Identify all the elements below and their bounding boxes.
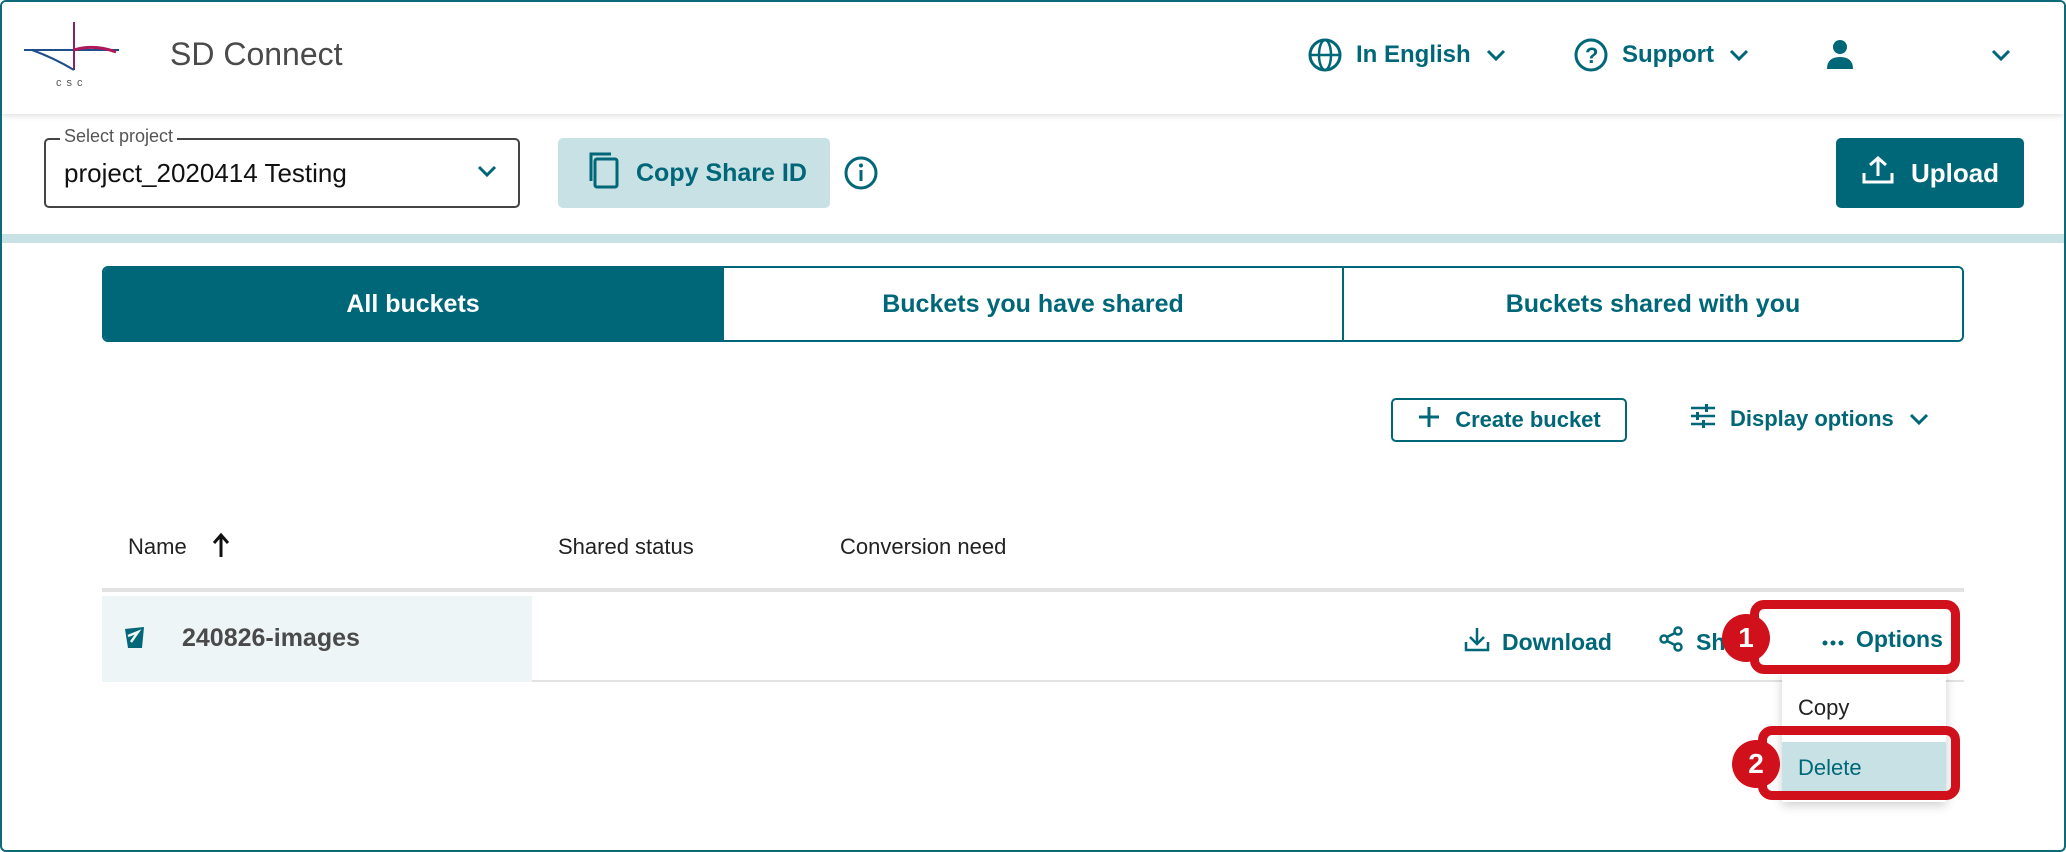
share-button[interactable]: Sh [1658, 626, 1725, 658]
upload-icon [1861, 155, 1895, 192]
csc-logo[interactable]: csc [24, 22, 124, 92]
support-menu[interactable]: ? Support [1574, 38, 1750, 72]
help-circle-icon: ? [1574, 38, 1608, 72]
app-frame: csc SD Connect In English ? Support Sele… [0, 0, 2066, 852]
column-header-conversion-need: Conversion need [840, 534, 1007, 559]
copy-share-id-label: Copy Share ID [636, 158, 807, 187]
project-select-legend: Select project [60, 126, 178, 147]
upload-label: Upload [1910, 157, 2000, 188]
logo-text: csc [56, 77, 88, 89]
table-row: 240826-images Download Sh Options [102, 596, 2056, 682]
callout-highlight-delete [1758, 726, 1960, 800]
chevron-down-icon [1990, 48, 2012, 62]
user-menu[interactable] [1824, 38, 1856, 70]
share-label: Sh [1696, 628, 1726, 655]
create-bucket-label: Create bucket [1455, 407, 1601, 432]
copy-share-id-button[interactable]: Copy Share ID [558, 138, 830, 208]
bucket-name[interactable]: 240826-images [182, 624, 360, 653]
chevron-down-icon [1728, 48, 1750, 62]
display-options-button[interactable]: Display options [1690, 404, 1930, 434]
user-menu-chevron[interactable] [1990, 48, 2012, 62]
download-button[interactable]: Download [1464, 626, 1612, 658]
callout-highlight-options [1750, 600, 1960, 674]
svg-text:?: ? [1585, 43, 1598, 68]
download-label: Download [1502, 628, 1612, 655]
tab-all-buckets[interactable]: All buckets [104, 268, 724, 340]
bucket-name-cell[interactable]: 240826-images [102, 596, 532, 682]
download-icon [1464, 626, 1490, 658]
bucket-tabs: All buckets Buckets you have shared Buck… [102, 266, 1964, 342]
project-select[interactable]: Select project project_2020414 Testing [44, 126, 520, 208]
upload-button[interactable]: Upload [1836, 138, 2024, 208]
chevron-down-icon [476, 164, 498, 183]
plus-icon [1417, 405, 1441, 435]
support-label: Support [1622, 41, 1714, 68]
create-bucket-button[interactable]: Create bucket [1391, 398, 1627, 442]
callout-number-2: 2 [1732, 740, 1780, 788]
project-select-value: project_2020414 Testing [64, 158, 347, 188]
display-options-label: Display options [1730, 406, 1894, 431]
chevron-down-icon [1485, 48, 1507, 62]
column-header-shared-status: Shared status [558, 534, 694, 559]
share-icon [1658, 626, 1684, 658]
divider-strip [2, 234, 2064, 243]
table-header: Name Shared status Conversion need [102, 522, 1964, 592]
sort-ascending-icon[interactable] [212, 532, 230, 564]
tab-buckets-you-have-shared[interactable]: Buckets you have shared [724, 268, 1344, 340]
chevron-down-icon [1908, 406, 1930, 432]
info-icon[interactable] [844, 156, 878, 195]
globe-icon [1308, 38, 1342, 72]
sliders-icon [1690, 404, 1716, 434]
top-header: csc SD Connect In English ? Support [2, 2, 2064, 114]
tab-buckets-shared-with-you[interactable]: Buckets shared with you [1344, 268, 1962, 340]
callout-number-1: 1 [1722, 614, 1770, 662]
user-icon [1824, 38, 1856, 70]
bucket-icon [122, 624, 148, 657]
language-label: In English [1356, 41, 1471, 68]
copy-icon [586, 151, 620, 196]
language-selector[interactable]: In English [1308, 38, 1507, 72]
app-title: SD Connect [170, 36, 343, 72]
column-header-name[interactable]: Name [128, 534, 187, 560]
